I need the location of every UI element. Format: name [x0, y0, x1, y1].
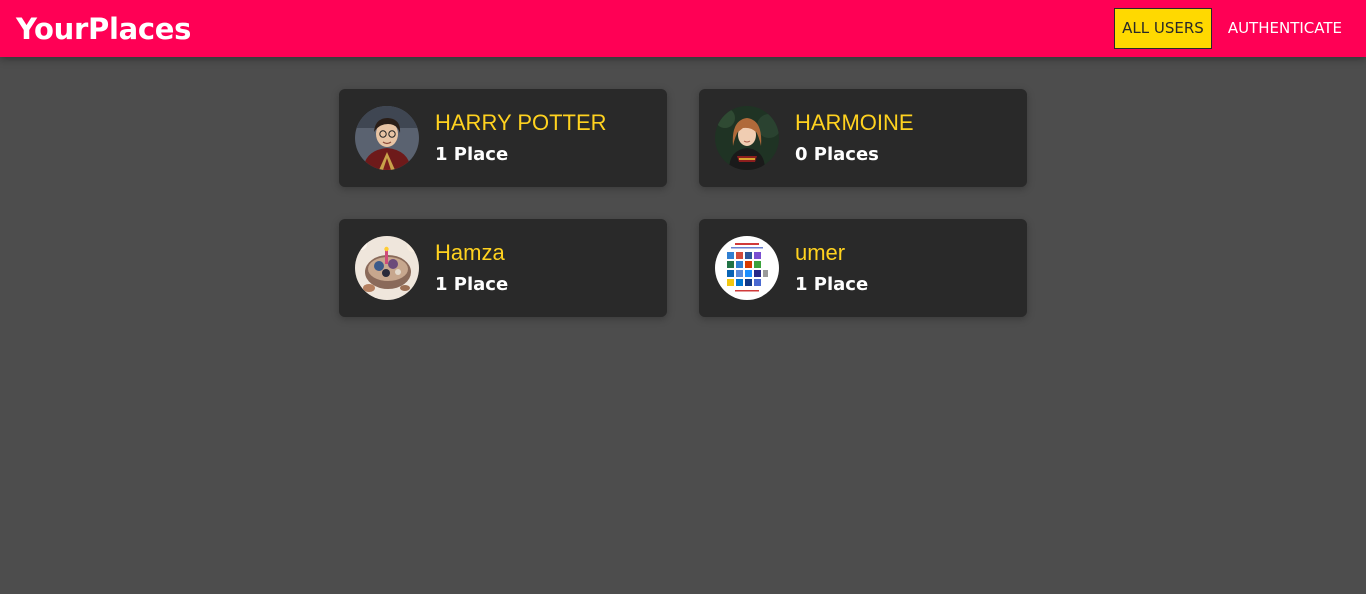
- user-info: HARMOINE 0 Places: [795, 110, 914, 166]
- user-info: HARRY POTTER 1 Place: [435, 110, 607, 166]
- user-card-hamza[interactable]: Hamza 1 Place: [339, 219, 667, 317]
- user-card-harry-potter[interactable]: HARRY POTTER 1 Place: [339, 89, 667, 187]
- nav-authenticate[interactable]: AUTHENTICATE: [1220, 11, 1350, 46]
- user-name: HARRY POTTER: [435, 110, 607, 135]
- user-name: Hamza: [435, 240, 505, 265]
- user-place-count: 1 Place: [435, 274, 509, 296]
- user-name: umer: [795, 240, 846, 265]
- user-avatar: [715, 106, 779, 170]
- user-place-count: 1 Place: [435, 144, 509, 166]
- app-icons-grid-avatar-icon: [715, 236, 779, 300]
- user-info: umer 1 Place: [795, 240, 869, 296]
- user-avatar: [355, 236, 419, 300]
- nav-all-users[interactable]: ALL USERS: [1114, 8, 1212, 49]
- main-nav: ALL USERS AUTHENTICATE: [1114, 8, 1350, 49]
- user-place-count: 0 Places: [795, 144, 879, 166]
- user-place-count: 1 Place: [795, 274, 869, 296]
- user-avatar: [715, 236, 779, 300]
- user-avatar: [355, 106, 419, 170]
- girl-portrait-avatar-icon: [715, 106, 779, 170]
- main-header: YourPlaces ALL USERS AUTHENTICATE: [0, 0, 1366, 57]
- cake-photo-avatar-icon: [355, 236, 419, 300]
- user-info: Hamza 1 Place: [435, 240, 509, 296]
- boy-portrait-avatar-icon: [355, 106, 419, 170]
- user-name: HARMOINE: [795, 110, 914, 135]
- user-card-umer[interactable]: umer 1 Place: [699, 219, 1027, 317]
- brand-logo-link[interactable]: YourPlaces: [16, 12, 191, 46]
- users-list: HARRY POTTER 1 Place HARMOINE 0 Places H…: [339, 89, 1027, 317]
- user-card-harmoine[interactable]: HARMOINE 0 Places: [699, 89, 1027, 187]
